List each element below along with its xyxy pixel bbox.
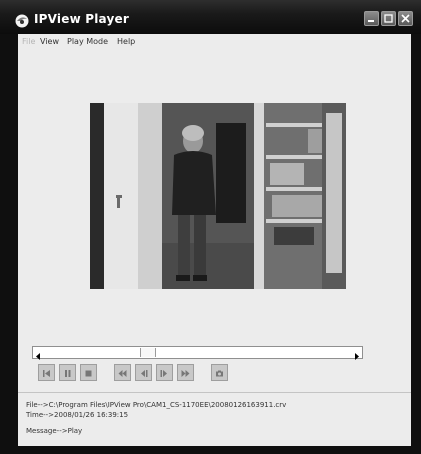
playback-toolbar bbox=[32, 364, 392, 386]
ipview-app-icon bbox=[14, 13, 30, 29]
window-title: IPView Player bbox=[34, 12, 129, 26]
rewind-icon[interactable] bbox=[114, 364, 131, 381]
menu-play-mode[interactable]: Play Mode bbox=[67, 37, 108, 46]
pause-icon[interactable] bbox=[59, 364, 76, 381]
status-panel: File-->C:\Program Files\IPView Pro\CAM1_… bbox=[18, 392, 411, 447]
menu-view[interactable]: View bbox=[40, 37, 59, 46]
timeline-scrollbar[interactable] bbox=[32, 346, 363, 360]
status-message: Message-->Play bbox=[26, 427, 83, 435]
maximize-icon[interactable] bbox=[381, 11, 396, 26]
minimize-icon[interactable] bbox=[364, 11, 379, 26]
window-bottom-border bbox=[0, 446, 421, 454]
timeline-thumb[interactable] bbox=[140, 348, 156, 357]
snapshot-icon[interactable] bbox=[211, 364, 228, 381]
camera-frame-image bbox=[90, 103, 346, 289]
step-back-icon[interactable] bbox=[38, 364, 55, 381]
menu-help[interactable]: Help bbox=[117, 37, 135, 46]
fast-forward-icon[interactable] bbox=[177, 364, 194, 381]
slow-forward-icon[interactable] bbox=[156, 364, 173, 381]
close-icon[interactable] bbox=[398, 11, 413, 26]
status-file-path: File-->C:\Program Files\IPView Pro\CAM1_… bbox=[26, 401, 287, 409]
title-bar[interactable]: IPView Player bbox=[0, 0, 421, 34]
status-time: Time-->2008/01/26 16:39:15 bbox=[26, 411, 129, 419]
player-window: IPView Player File View Play Mode Help F… bbox=[0, 0, 421, 454]
client-area: File View Play Mode Help File-->C:\Progr… bbox=[18, 34, 411, 447]
scroll-left-icon[interactable] bbox=[33, 347, 44, 360]
slow-back-icon[interactable] bbox=[135, 364, 152, 381]
menu-file[interactable]: File bbox=[22, 37, 35, 46]
menu-bar: File View Play Mode Help bbox=[18, 34, 411, 49]
stop-icon[interactable] bbox=[80, 364, 97, 381]
scroll-right-icon[interactable] bbox=[351, 347, 362, 360]
video-view-area bbox=[18, 49, 411, 354]
